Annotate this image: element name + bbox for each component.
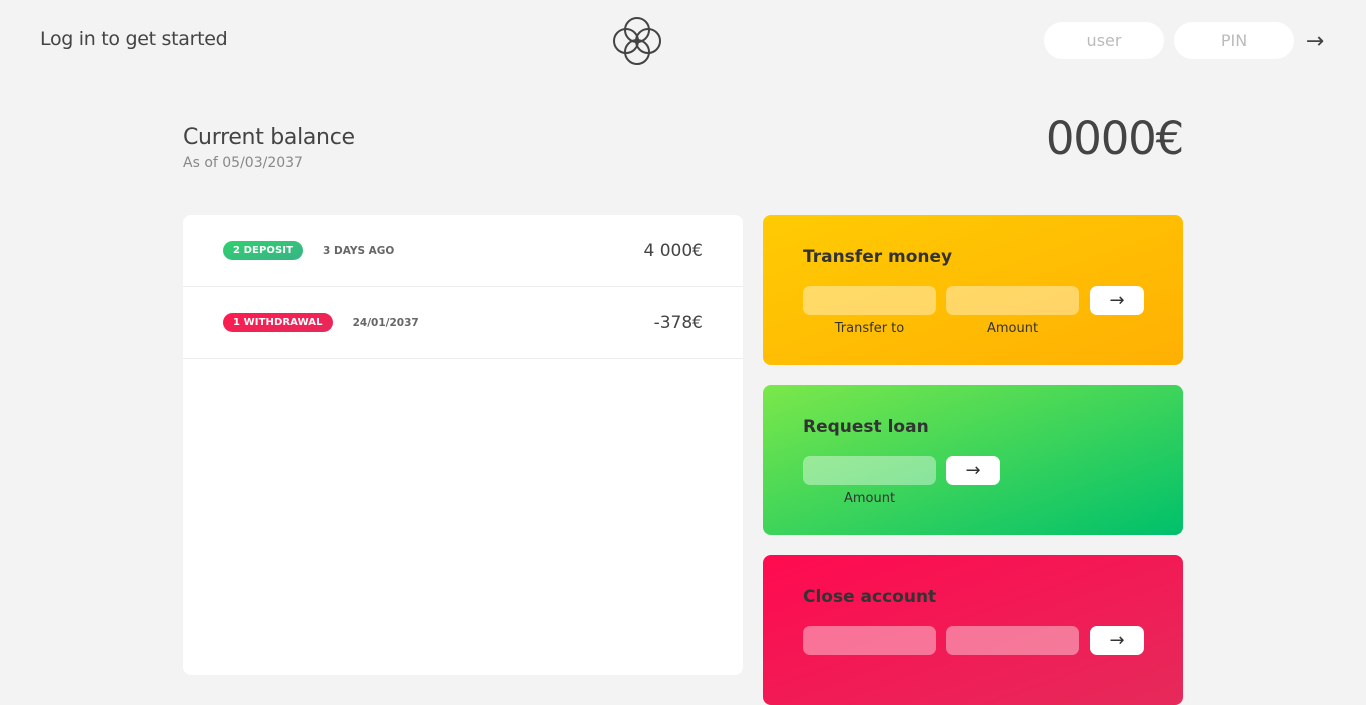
four-circles-logo-icon (613, 17, 661, 65)
login-arrow-button[interactable]: → (1300, 26, 1330, 56)
close-user-input[interactable] (803, 626, 936, 655)
loan-submit-button[interactable]: → (946, 456, 1000, 485)
transfer-to-input[interactable] (803, 286, 936, 315)
movement-type-badge: 1 withdrawal (223, 313, 333, 332)
top-nav: Log in to get started → (0, 0, 1366, 82)
movement-type-badge: 2 deposit (223, 241, 304, 260)
loan-panel: Request loan → Amount (763, 385, 1183, 535)
loan-amount-label: Amount (843, 491, 896, 506)
close-account-panel: Close account → (763, 555, 1183, 705)
balance-date: As of 05/03/2037 (183, 155, 303, 171)
movement-date: 24/01/2037 (352, 316, 419, 329)
user-input[interactable] (1044, 22, 1164, 59)
movements-list: 2 deposit 3 days ago 4 000€ 1 withdrawal… (183, 215, 743, 675)
welcome-message: Log in to get started (40, 28, 228, 50)
close-pin-input[interactable] (946, 626, 1079, 655)
movement-row: 2 deposit 3 days ago 4 000€ (183, 215, 743, 287)
transfer-submit-button[interactable]: → (1090, 286, 1144, 315)
close-submit-button[interactable]: → (1090, 626, 1144, 655)
transfer-amount-input[interactable] (946, 286, 1079, 315)
transfer-title: Transfer money (803, 247, 953, 267)
movement-date: 3 days ago (323, 244, 395, 257)
movement-value: 4 000€ (643, 240, 703, 261)
loan-amount-input[interactable] (803, 456, 936, 485)
transfer-to-label: Transfer to (834, 321, 905, 336)
close-account-title: Close account (803, 587, 937, 607)
pin-input[interactable] (1174, 22, 1294, 59)
balance-label: Current balance (183, 125, 355, 150)
movement-row: 1 withdrawal 24/01/2037 -378€ (183, 287, 743, 359)
loan-title: Request loan (803, 417, 929, 437)
balance-value: 0000€ (1045, 112, 1184, 165)
transfer-amount-label: Amount (986, 321, 1039, 336)
transfer-panel: Transfer money → Transfer to Amount (763, 215, 1183, 365)
movement-value: -378€ (653, 312, 703, 333)
